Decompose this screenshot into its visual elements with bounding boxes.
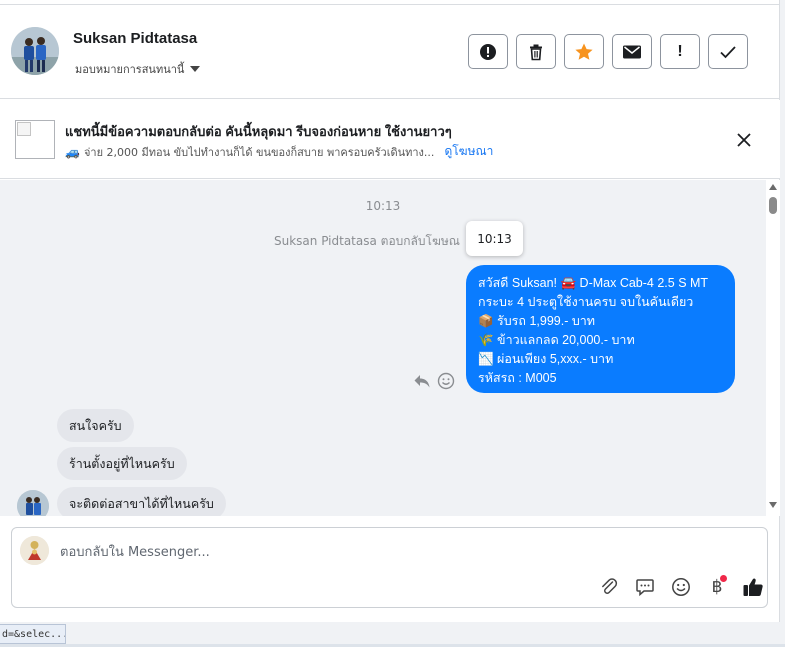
- outgoing-message-bubble[interactable]: สวัสดี Suksan! 🚘 D-Max Cab-4 2.5 S MT กร…: [466, 265, 735, 393]
- message-line: สวัสดี Suksan! 🚘 D-Max Cab-4 2.5 S MT: [478, 276, 709, 290]
- emoji-button[interactable]: [663, 574, 699, 600]
- ad-banner-text: จ่าย 2,000 มีทอน ขับไปทำงานก็ได้ ขนของก็…: [83, 145, 435, 159]
- star-icon: [575, 43, 593, 60]
- follow-up-button[interactable]: !: [660, 34, 700, 69]
- inbox-conversation-panel: Suksan Pidtatasa มอบหมายการสนทนานี้ ! แช…: [0, 0, 780, 622]
- reply-icon[interactable]: [413, 373, 431, 389]
- composer-toolbar: ฿: [591, 574, 771, 600]
- contact-avatar-small: [17, 490, 49, 516]
- message-line: 🌾 ข้าวแลกลด 20,000.- บาท: [478, 333, 635, 347]
- car-icon: 🚙: [65, 144, 80, 159]
- envelope-icon: [623, 45, 641, 58]
- chevron-down-icon: [190, 66, 201, 72]
- thumbs-up-icon: [743, 578, 763, 596]
- exclamation-icon: !: [677, 42, 683, 60]
- assign-conversation-dropdown[interactable]: มอบหมายการสนทนานี้: [75, 60, 201, 78]
- incoming-message-bubble[interactable]: สนใจครับ: [57, 409, 134, 442]
- ad-reply-note: Suksan Pidtatasa ตอบกลับโฆษณ: [274, 234, 460, 248]
- scroll-down-arrow-icon[interactable]: [769, 502, 777, 508]
- reply-input[interactable]: [60, 542, 700, 562]
- message-line: 📦 รับรถ 1,999.- บาท: [478, 314, 596, 328]
- message-timestamp: 10:13: [365, 199, 401, 213]
- conversation-header: Suksan Pidtatasa มอบหมายการสนทนานี้ !: [0, 5, 780, 99]
- star-button[interactable]: [564, 34, 604, 69]
- message-composer: ฿: [11, 527, 768, 608]
- incoming-message-bubble[interactable]: จะติดต่อสาขาได้ที่ไหนครับ: [57, 487, 226, 516]
- like-button[interactable]: [735, 574, 771, 600]
- ad-banner-subtitle: 🚙 จ่าย 2,000 มีทอน ขับไปทำงานก็ได้ ขนของ…: [65, 142, 493, 161]
- message-line: รหัสรถ : M005: [478, 371, 557, 385]
- scroll-up-arrow-icon[interactable]: [769, 184, 777, 190]
- scrollbar-thumb[interactable]: [769, 197, 777, 214]
- close-icon: [737, 133, 751, 147]
- assign-label: มอบหมายการสนทนานี้: [75, 63, 185, 76]
- ad-banner-title: แชทนี้มีข้อความตอบกลับต่อ คันนี้หลุดมา ร…: [65, 124, 452, 139]
- trash-icon: [530, 44, 542, 60]
- message-thread[interactable]: 10:13 Suksan Pidtatasa ตอบกลับโฆษณ 10:13…: [0, 180, 766, 516]
- ad-thumbnail-image: [15, 120, 55, 159]
- saved-replies-button[interactable]: [627, 574, 663, 600]
- payment-button[interactable]: ฿: [699, 574, 735, 600]
- message-line: 📉 ผ่อนเพียง 5,xxx.- บาท: [478, 352, 614, 366]
- mark-spam-button[interactable]: [468, 34, 508, 69]
- chat-bubble-icon: [636, 579, 654, 597]
- contact-name[interactable]: Suksan Pidtatasa: [73, 30, 197, 47]
- contact-avatar[interactable]: [11, 27, 59, 75]
- thread-scrollbar[interactable]: [766, 180, 780, 516]
- mark-done-button[interactable]: [708, 34, 748, 69]
- browser-status-url: d=&selec...: [0, 624, 66, 644]
- attach-file-button[interactable]: [591, 574, 627, 600]
- alert-circle-icon: [480, 43, 496, 60]
- incoming-message-bubble[interactable]: ร้านตั้งอยู่ที่ไหนครับ: [57, 447, 187, 480]
- broken-image-icon: [17, 122, 31, 136]
- emoji-reaction-icon[interactable]: [437, 372, 455, 390]
- message-tools: [413, 372, 455, 390]
- check-icon: [720, 45, 736, 58]
- paperclip-icon: [602, 578, 618, 594]
- timestamp-tooltip: 10:13: [466, 221, 523, 256]
- view-ad-link[interactable]: ดูโฆษณา: [444, 142, 493, 161]
- smiley-icon: [672, 578, 690, 596]
- close-banner-button[interactable]: [734, 130, 754, 150]
- delete-button[interactable]: [516, 34, 556, 69]
- message-line: กระบะ 4 ประตูใช้งานครบ จบในคันเดียว: [478, 295, 694, 309]
- conversation-actions: !: [468, 34, 748, 69]
- page-avatar: [20, 536, 49, 565]
- mark-unread-button[interactable]: [612, 34, 652, 69]
- notification-dot: [720, 575, 727, 582]
- ad-reply-banner: แชทนี้มีข้อความตอบกลับต่อ คันนี้หลุดมา ร…: [0, 100, 780, 179]
